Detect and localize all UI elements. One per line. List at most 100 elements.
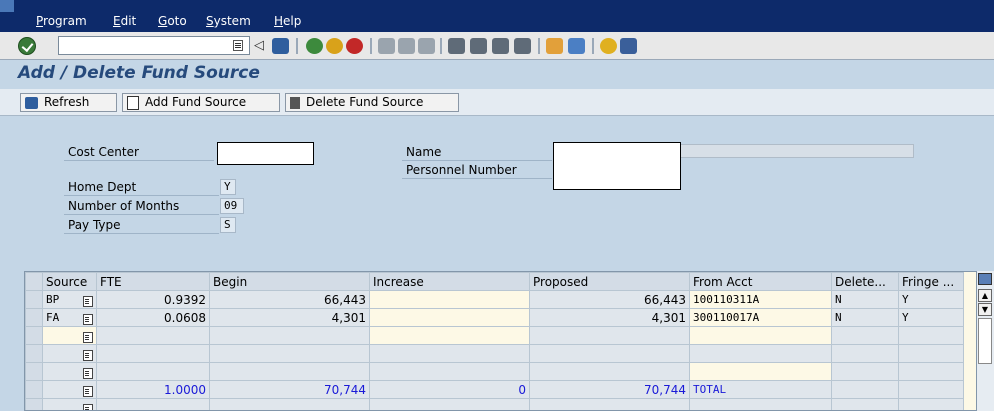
source-cell[interactable]: FA <box>42 308 97 327</box>
from-acct-cell[interactable] <box>689 326 832 345</box>
scroll-up-icon[interactable]: ▲ <box>978 289 992 302</box>
first-page-icon[interactable] <box>448 38 465 54</box>
fte-cell <box>96 362 210 381</box>
last-page-icon[interactable] <box>514 38 531 54</box>
help-icon[interactable] <box>600 38 617 54</box>
delete-fund-source-button[interactable]: Delete Fund Source <box>285 93 459 112</box>
refresh-button[interactable]: Refresh <box>20 93 117 112</box>
value-help-icon[interactable] <box>83 295 93 307</box>
window-icon[interactable] <box>0 0 14 12</box>
command-field[interactable] <box>58 36 250 55</box>
column-header-proposed[interactable]: Proposed <box>529 272 690 291</box>
scroll-down-icon[interactable]: ▼ <box>978 303 992 316</box>
row-selector[interactable] <box>25 344 43 363</box>
begin-cell <box>209 326 370 345</box>
column-header-delete[interactable]: Delete... <box>831 272 899 291</box>
select-all-cell[interactable] <box>25 272 43 291</box>
number-of-months-field[interactable]: 09 <box>220 198 244 214</box>
proposed-cell <box>529 362 690 381</box>
value-help-icon[interactable] <box>83 349 93 361</box>
fte-cell <box>96 326 210 345</box>
cancel-icon[interactable] <box>346 38 363 54</box>
value-help-icon[interactable] <box>83 367 93 379</box>
increase-cell[interactable] <box>369 290 530 309</box>
increase-cell[interactable] <box>369 308 530 327</box>
value-help-icon[interactable] <box>83 313 93 325</box>
refresh-icon <box>25 96 38 109</box>
from-acct-cell[interactable]: 100110311A <box>689 290 832 309</box>
begin-cell: 4,301 <box>209 308 370 327</box>
value-help-icon[interactable] <box>83 403 93 410</box>
row-selector[interactable] <box>25 326 43 345</box>
column-header-from-acct[interactable]: From Acct <box>689 272 832 291</box>
previous-page-icon[interactable] <box>470 38 487 54</box>
fringe-cell: Y <box>898 308 964 327</box>
row-selector[interactable] <box>25 380 43 399</box>
column-header-begin[interactable]: Begin <box>209 272 370 291</box>
dropdown-icon[interactable] <box>233 40 243 51</box>
proposed-cell <box>529 326 690 345</box>
delete-cell <box>831 398 899 410</box>
toolbar-separator <box>296 38 298 54</box>
table-row <box>25 362 964 381</box>
print-icon[interactable] <box>378 38 395 54</box>
home-dept-field[interactable]: Y <box>220 179 236 195</box>
column-header-fte[interactable]: FTE <box>96 272 210 291</box>
back-icon[interactable] <box>306 38 323 54</box>
increase-cell <box>369 398 530 410</box>
source-cell[interactable] <box>42 326 97 345</box>
fte-cell: 0.9392 <box>96 290 210 309</box>
find-icon[interactable] <box>398 38 415 54</box>
value-help-icon[interactable] <box>83 331 93 343</box>
source-cell[interactable] <box>42 398 97 410</box>
begin-cell <box>209 344 370 363</box>
layout-icon[interactable] <box>620 38 637 54</box>
from-acct-cell[interactable]: 300110017A <box>689 308 832 327</box>
from-acct-cell[interactable] <box>689 362 832 381</box>
begin-cell <box>209 398 370 410</box>
row-selector[interactable] <box>25 362 43 381</box>
menu-edit[interactable]: Edit <box>113 14 136 28</box>
menu-goto[interactable]: Goto <box>158 14 187 28</box>
exit-icon[interactable] <box>326 38 343 54</box>
menu-system[interactable]: System <box>206 14 251 28</box>
column-header-increase[interactable]: Increase <box>369 272 530 291</box>
menu-help[interactable]: Help <box>274 14 301 28</box>
back-arrow-icon[interactable]: ◁ <box>254 38 264 53</box>
source-cell[interactable] <box>42 362 97 381</box>
source-cell[interactable]: BP <box>42 290 97 309</box>
document-icon <box>127 95 139 110</box>
personnel-number-field[interactable] <box>553 142 681 190</box>
column-header-source[interactable]: Source <box>42 272 97 291</box>
toolbar-separator <box>440 38 442 54</box>
table-row <box>25 326 964 345</box>
shortcut-icon[interactable] <box>568 38 585 54</box>
menu-bar <box>0 0 994 32</box>
column-header-fringe[interactable]: Fringe ... <box>898 272 964 291</box>
row-selector[interactable] <box>25 398 43 410</box>
increase-total-cell: 0 <box>369 380 530 399</box>
table-row: FA 0.0608 4,301 4,301 300110017A N Y <box>25 308 964 327</box>
column-settings-icon[interactable] <box>978 273 992 285</box>
increase-cell[interactable] <box>369 326 530 345</box>
increase-cell <box>369 344 530 363</box>
save-icon[interactable] <box>272 38 289 54</box>
source-cell[interactable] <box>42 344 97 363</box>
cost-center-field[interactable] <box>217 142 314 165</box>
menu-program[interactable]: Program <box>36 14 87 28</box>
find-next-icon[interactable] <box>418 38 435 54</box>
next-page-icon[interactable] <box>492 38 509 54</box>
proposed-cell <box>529 344 690 363</box>
begin-cell: 66,443 <box>209 290 370 309</box>
enter-icon[interactable] <box>18 37 36 55</box>
pay-type-field[interactable]: S <box>220 217 236 233</box>
create-session-icon[interactable] <box>546 38 563 54</box>
toolbar-separator <box>370 38 372 54</box>
row-selector[interactable] <box>25 290 43 309</box>
value-help-icon[interactable] <box>83 385 93 397</box>
begin-total-cell: 70,744 <box>209 380 370 399</box>
number-of-months-label: Number of Months <box>64 197 219 215</box>
row-selector[interactable] <box>25 308 43 327</box>
add-fund-source-button[interactable]: Add Fund Source <box>122 93 280 112</box>
scroll-thumb[interactable] <box>978 318 992 364</box>
